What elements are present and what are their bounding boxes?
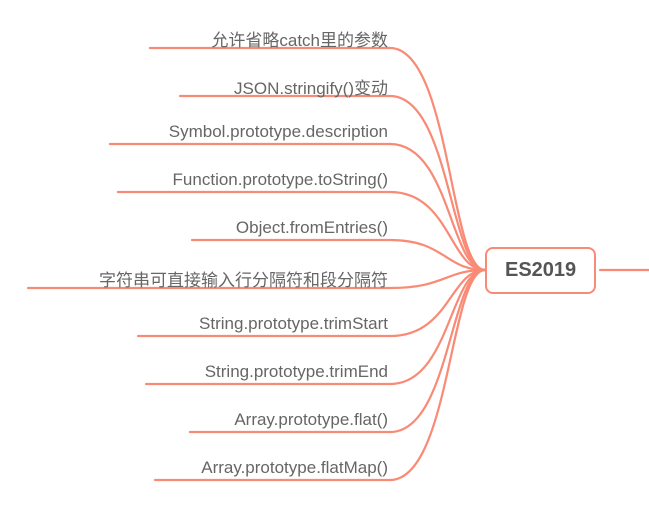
leaf-node[interactable]: 允许省略catch里的参数 [0,26,388,51]
root-node[interactable]: ES2019 [485,247,596,294]
leaf-label: Function.prototype.toString() [173,170,388,189]
leaf-label: 允许省略catch里的参数 [211,31,388,50]
root-label: ES2019 [505,259,576,281]
leaf-label: Symbol.prototype.description [169,122,388,141]
leaf-label: Object.fromEntries() [236,218,388,237]
leaf-node[interactable]: Object.fromEntries() [0,218,388,238]
leaf-label: String.prototype.trimStart [199,314,388,333]
leaf-node[interactable]: 字符串可直接输入行分隔符和段分隔符 [0,266,388,291]
leaf-node[interactable]: Function.prototype.toString() [0,170,388,190]
leaf-node[interactable]: String.prototype.trimStart [0,314,388,334]
leaf-node[interactable]: Symbol.prototype.description [0,122,388,142]
leaf-node[interactable]: Array.prototype.flat() [0,410,388,430]
leaf-label: String.prototype.trimEnd [205,362,388,381]
leaf-label: Array.prototype.flatMap() [201,458,388,477]
leaf-node[interactable]: Array.prototype.flatMap() [0,458,388,478]
leaf-node[interactable]: JSON.stringify()变动 [0,74,388,99]
leaf-label: Array.prototype.flat() [234,410,388,429]
mindmap-canvas: ES2019 允许省略catch里的参数 JSON.stringify()变动 … [0,0,649,520]
leaf-label: JSON.stringify()变动 [234,79,388,98]
leaf-node[interactable]: String.prototype.trimEnd [0,362,388,382]
leaf-label: 字符串可直接输入行分隔符和段分隔符 [99,271,388,290]
